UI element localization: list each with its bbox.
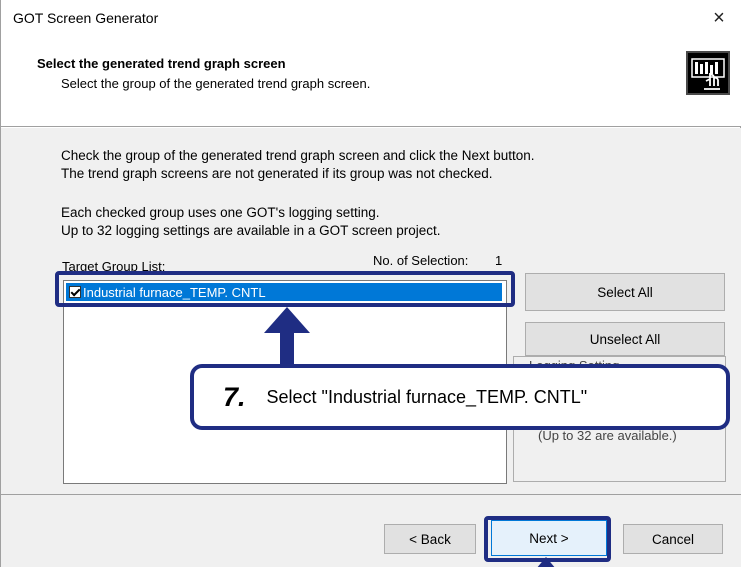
instruction-line-4: Up to 32 logging settings are available … [61, 223, 441, 238]
window-title: GOT Screen Generator [13, 10, 159, 26]
cancel-button[interactable]: Cancel [623, 524, 723, 554]
wizard-header: Select the generated trend graph screen … [1, 36, 741, 127]
instruction-line-3: Each checked group uses one GOT's loggin… [61, 205, 380, 220]
back-button-label: < Back [409, 531, 451, 547]
close-icon[interactable]: × [696, 0, 741, 36]
select-all-button[interactable]: Select All [525, 273, 725, 311]
next-arrow-icon [536, 557, 556, 567]
instruction-line-1: Check the group of the generated trend g… [61, 148, 535, 163]
dialog-window: GOT Screen Generator × Select the genera… [0, 0, 741, 567]
list-item-highlight [55, 271, 515, 307]
instruction-callout: 7. Select "Industrial furnace_TEMP. CNTL… [190, 364, 730, 430]
instruction-line-2: The trend graph screens are not generate… [61, 166, 493, 181]
title-bar: GOT Screen Generator × [1, 0, 741, 36]
header-subtitle: Select the group of the generated trend … [61, 76, 371, 91]
step-text: Select "Industrial furnace_TEMP. CNTL" [266, 386, 588, 407]
header-title: Select the generated trend graph screen [37, 56, 286, 71]
available-note: (Up to 32 are available.) [538, 428, 677, 443]
next-button-highlight [484, 516, 611, 562]
unselect-all-button[interactable]: Unselect All [525, 322, 725, 356]
pointer-arrow-stem [280, 330, 294, 368]
step-number: 7. [223, 381, 246, 412]
selection-count-label: No. of Selection: [373, 253, 469, 268]
back-button[interactable]: < Back [384, 524, 476, 554]
selection-count-value: 1 [495, 253, 503, 268]
touch-panel-icon [686, 51, 730, 95]
